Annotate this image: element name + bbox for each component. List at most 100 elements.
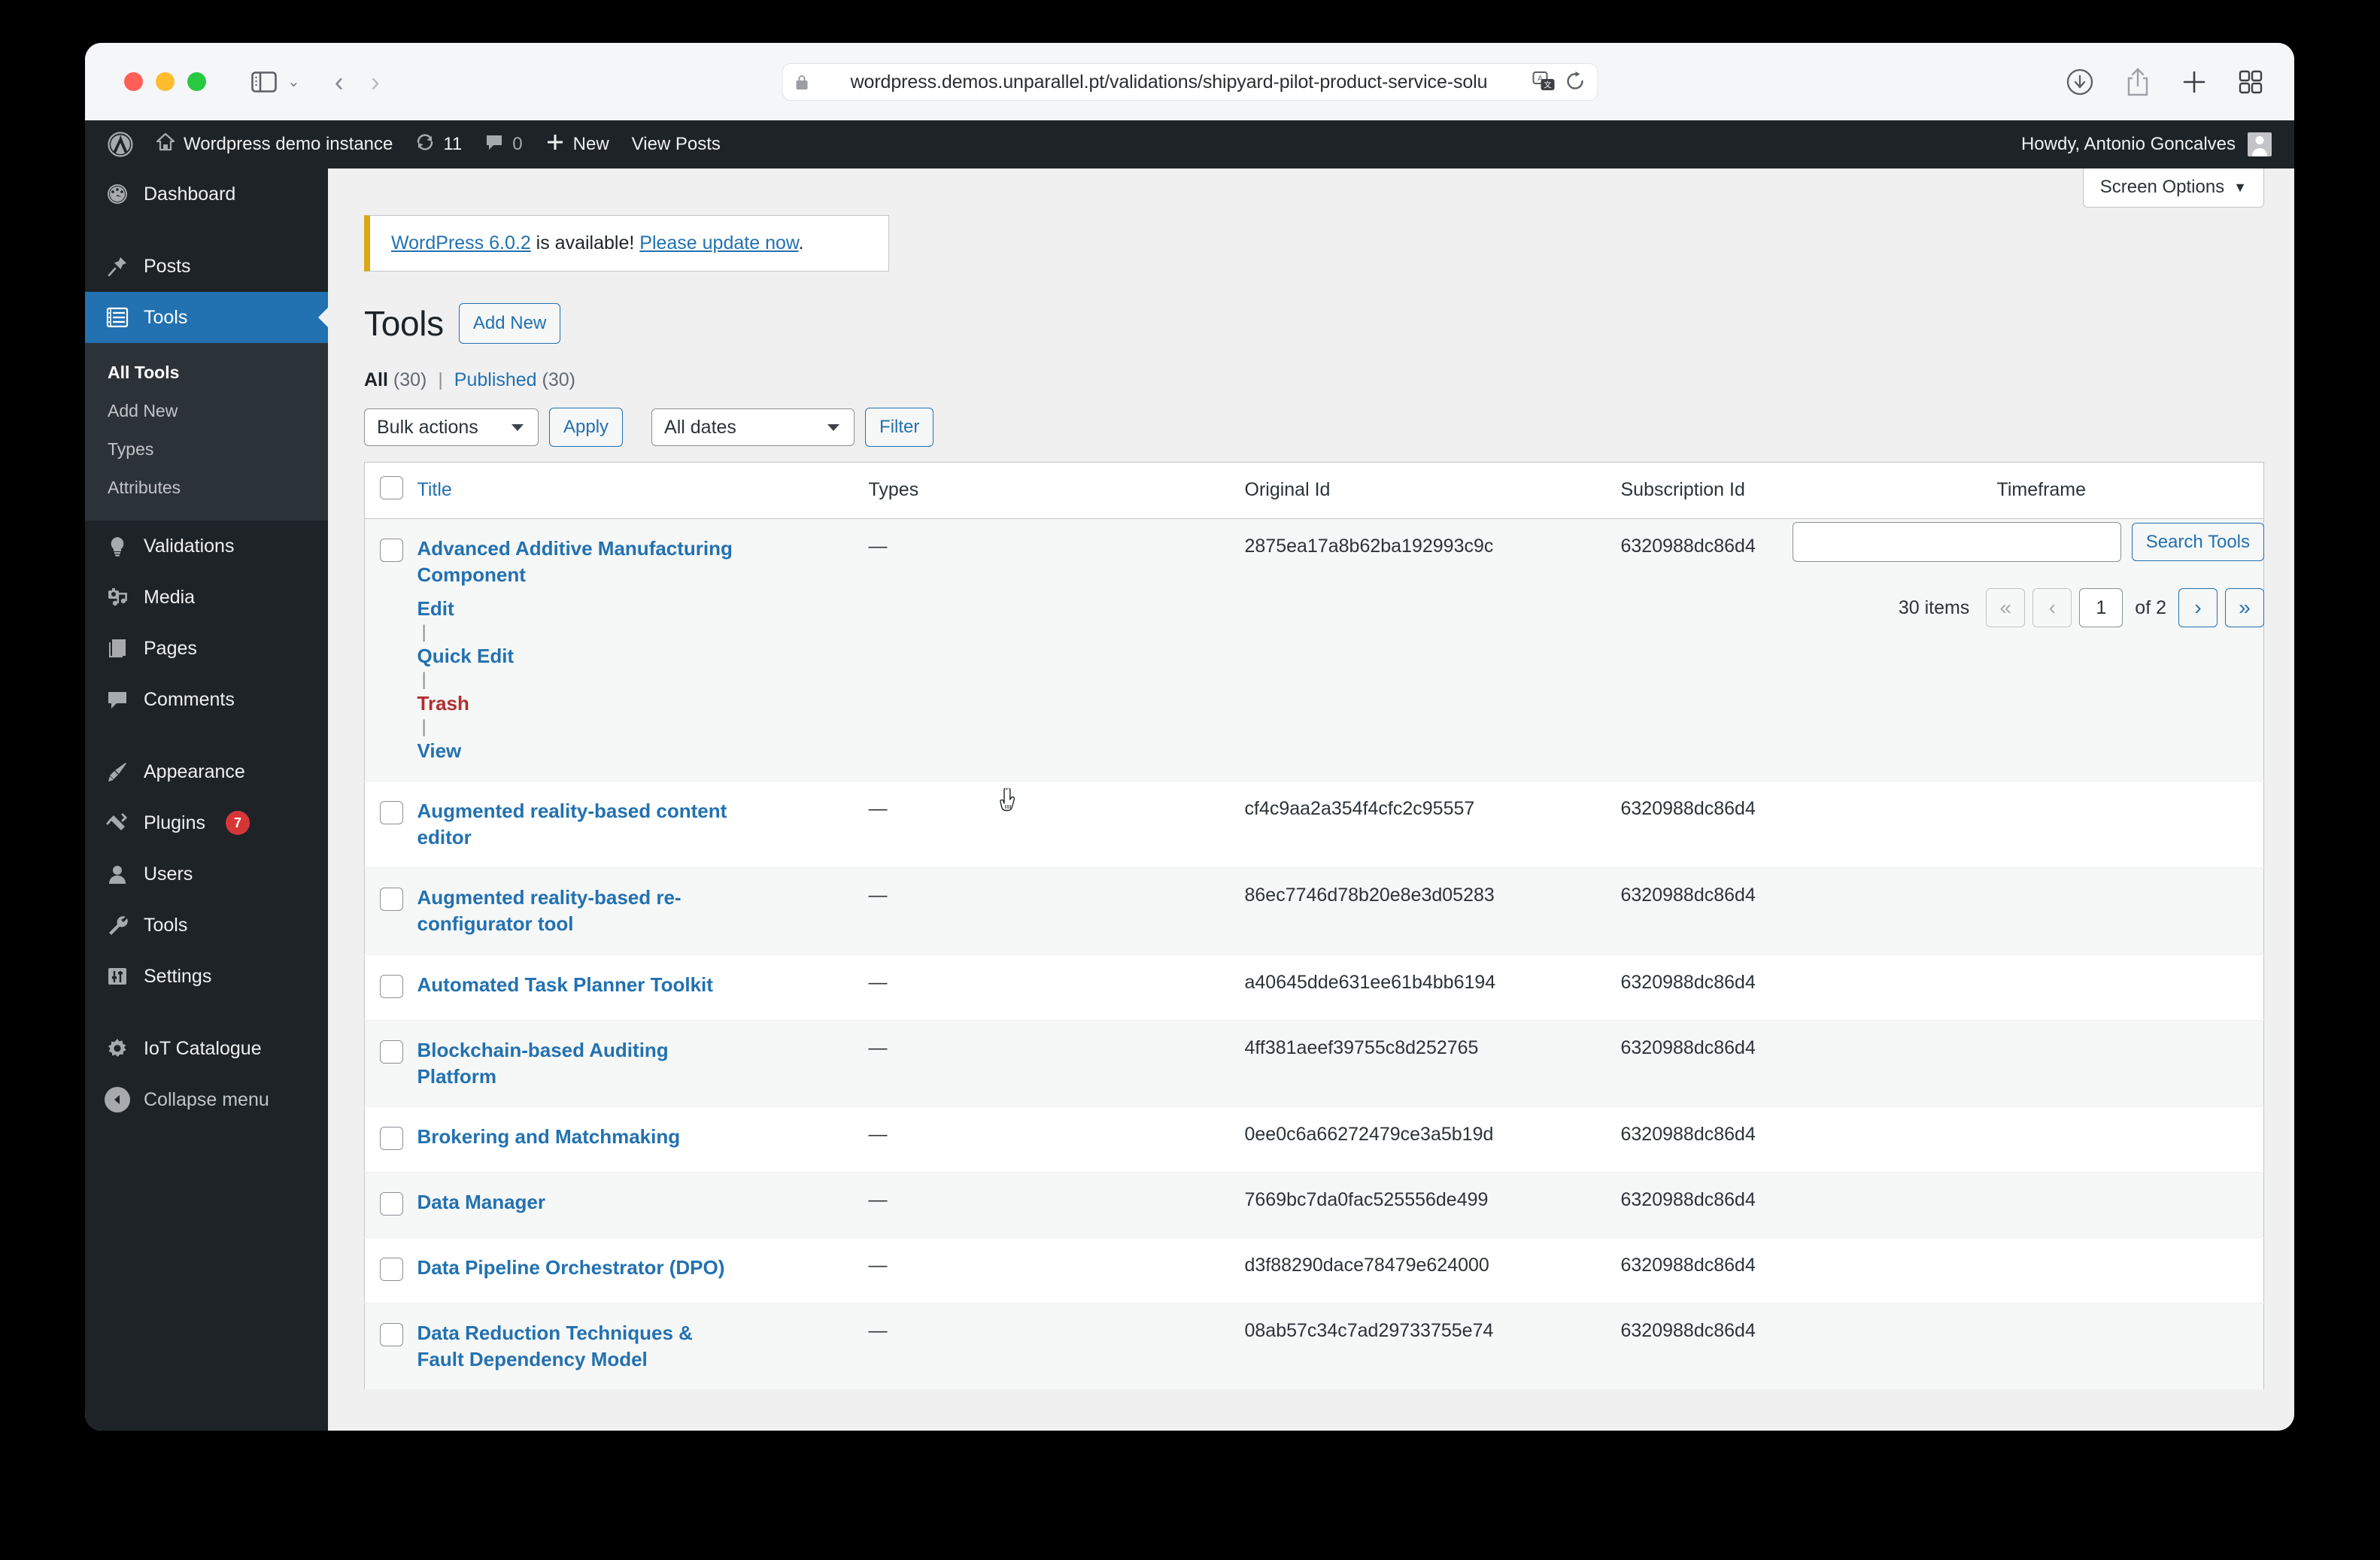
sidebar-item-plugins[interactable]: Plugins 7 <box>85 797 328 848</box>
row-title-link[interactable]: Brokering and Matchmaking <box>417 1124 733 1150</box>
maximize-window-button[interactable] <box>187 72 206 91</box>
sidebar-item-validations[interactable]: Validations <box>85 521 328 572</box>
sidebar-item-label: Collapse menu <box>144 1088 269 1110</box>
row-checkbox[interactable] <box>380 801 403 825</box>
new-content-menu[interactable]: New <box>534 120 621 168</box>
updates-menu[interactable]: 11 <box>404 120 473 168</box>
row-title-link[interactable]: Automated Task Planner Toolkit <box>417 972 733 998</box>
row-checkbox[interactable] <box>380 888 403 912</box>
screen-options-toggle[interactable]: Screen Options ▼ <box>2082 168 2264 208</box>
apply-button[interactable]: Apply <box>549 408 624 447</box>
wp-admin-bar: Wordpress demo instance 11 0 New View Po… <box>85 120 2294 168</box>
pin-icon <box>105 253 130 279</box>
share-icon[interactable] <box>2126 67 2150 97</box>
row-checkbox[interactable] <box>380 974 403 998</box>
sidebar-item-pages[interactable]: Pages <box>85 623 328 674</box>
table-row: Brokering and Matchmaking — 0ee0c6a66272… <box>364 1106 2264 1173</box>
address-bar[interactable]: wordpress.demos.unparallel.pt/validation… <box>782 63 1598 101</box>
comments-menu[interactable]: 0 <box>473 120 533 168</box>
account-menu[interactable]: Howdy, Antonio Goncalves <box>2021 132 2294 156</box>
current-page-input[interactable]: 1 <box>2079 588 2123 627</box>
pagination: 30 items « ‹ 1 of 2 › » <box>1899 588 2264 627</box>
submenu-item-all-tools[interactable]: All Tools <box>85 354 328 392</box>
row-checkbox[interactable] <box>380 1039 403 1064</box>
row-title-link[interactable]: Advanced Additive Manufacturing Componen… <box>417 536 733 588</box>
tools-submenu: All Tools Add New Types Attributes <box>85 343 328 521</box>
row-checkbox[interactable] <box>380 1126 403 1150</box>
sidebar-item-tools-custom[interactable]: Tools <box>85 292 328 343</box>
minimize-window-button[interactable] <box>156 72 175 91</box>
view-posts-menu[interactable]: View Posts <box>621 120 732 168</box>
sidebar-item-iot-catalogue[interactable]: IoT Catalogue <box>85 1023 328 1074</box>
wordpress-version-link[interactable]: WordPress 6.0.2 <box>391 232 531 253</box>
filter-link-published[interactable]: Published <box>454 369 537 390</box>
row-select-cell <box>364 518 417 782</box>
paintbrush-icon <box>105 759 130 785</box>
row-title-link[interactable]: Data Manager <box>417 1189 733 1216</box>
row-checkbox[interactable] <box>380 538 403 562</box>
filter-button[interactable]: Filter <box>865 408 934 447</box>
row-checkbox[interactable] <box>380 1257 403 1281</box>
new-tab-plus-icon[interactable] <box>2181 69 2207 95</box>
wordpress-logo-icon[interactable] <box>103 120 144 168</box>
dates-filter-select[interactable]: All dates <box>651 408 855 446</box>
row-title-link[interactable]: Data Pipeline Orchestrator (DPO) <box>417 1255 733 1281</box>
download-icon[interactable] <box>2066 68 2094 96</box>
row-action-quick-edit[interactable]: Quick Edit <box>417 643 733 669</box>
search-input[interactable] <box>1792 522 2121 562</box>
translate-icon[interactable]: A文 <box>1532 71 1555 93</box>
sidebar-item-dashboard[interactable]: Dashboard <box>85 168 328 220</box>
row-title-cell: Blockchain-based Auditing Platform <box>417 1020 869 1107</box>
row-action-view[interactable]: View <box>417 738 733 764</box>
row-timeframe-cell <box>1996 1106 2264 1173</box>
row-checkbox[interactable] <box>380 1191 403 1216</box>
row-title-link[interactable]: Augmented reality-based re-configurator … <box>417 885 733 937</box>
back-arrow-icon[interactable]: ‹ <box>335 68 344 96</box>
row-title-cell: Augmented reality-based re-configurator … <box>417 867 869 955</box>
filter-link-all[interactable]: All <box>364 369 388 390</box>
sort-by-title-link[interactable]: Title <box>417 479 452 500</box>
sidebar-item-label: Pages <box>144 637 197 659</box>
row-types-cell: — <box>868 1172 1245 1238</box>
chevron-down-icon[interactable]: ⌄ <box>287 72 300 91</box>
last-page-button[interactable]: » <box>2225 588 2264 627</box>
tab-overview-icon[interactable] <box>2239 70 2263 94</box>
sidebar-toggle-icon[interactable] <box>251 71 277 93</box>
first-page-button: « <box>1986 588 2026 627</box>
row-action-trash[interactable]: Trash <box>417 690 733 717</box>
item-count-label: 30 items <box>1898 596 1970 618</box>
submenu-item-add-new[interactable]: Add New <box>85 392 328 430</box>
row-original-id-cell: cf4c9aa2a354f4cfc2c95557 <box>1244 781 1621 869</box>
row-title-link[interactable]: Augmented reality-based content editor <box>417 798 733 851</box>
screen-options-label: Screen Options <box>2099 177 2225 197</box>
site-name-menu[interactable]: Wordpress demo instance <box>144 120 404 168</box>
search-tools-button[interactable]: Search Tools <box>2131 522 2264 562</box>
sidebar-item-appearance[interactable]: Appearance <box>85 746 328 797</box>
sidebar-item-comments[interactable]: Comments <box>85 674 328 725</box>
add-new-button[interactable]: Add New <box>458 303 561 344</box>
update-now-link[interactable]: Please update now <box>639 232 798 253</box>
sidebar-item-settings[interactable]: Settings <box>85 951 328 1002</box>
submenu-item-attributes[interactable]: Attributes <box>85 469 328 507</box>
reload-icon[interactable] <box>1565 71 1585 93</box>
row-action-edit[interactable]: Edit <box>417 596 733 622</box>
column-header-title: Title <box>417 462 869 519</box>
bulk-actions-select[interactable]: Bulk actions <box>364 408 539 446</box>
submenu-item-types[interactable]: Types <box>85 430 328 469</box>
sidebar-item-media[interactable]: Media <box>85 572 328 623</box>
row-title-link[interactable]: Data Reduction Techniques & Fault Depend… <box>417 1320 733 1373</box>
row-subscription-id-cell: 6320988dc86d4 <box>1620 867 1997 955</box>
sidebar-item-collapse-menu[interactable]: Collapse menu <box>85 1074 328 1125</box>
forward-arrow-icon[interactable]: › <box>371 68 380 96</box>
sidebar-item-posts[interactable]: Posts <box>85 241 328 292</box>
select-all-checkbox[interactable] <box>380 475 403 499</box>
sidebar-item-label: Tools <box>144 914 188 936</box>
sidebar-item-tools[interactable]: Tools <box>85 900 328 951</box>
close-window-button[interactable] <box>124 72 143 91</box>
row-checkbox[interactable] <box>380 1322 403 1346</box>
row-title-link[interactable]: Blockchain-based Auditing Platform <box>417 1037 733 1090</box>
sidebar-item-label: Plugins <box>144 812 205 833</box>
row-title-cell: Data Reduction Techniques & Fault Depend… <box>417 1303 869 1390</box>
sidebar-item-users[interactable]: Users <box>85 848 328 900</box>
next-page-button[interactable]: › <box>2178 588 2218 627</box>
